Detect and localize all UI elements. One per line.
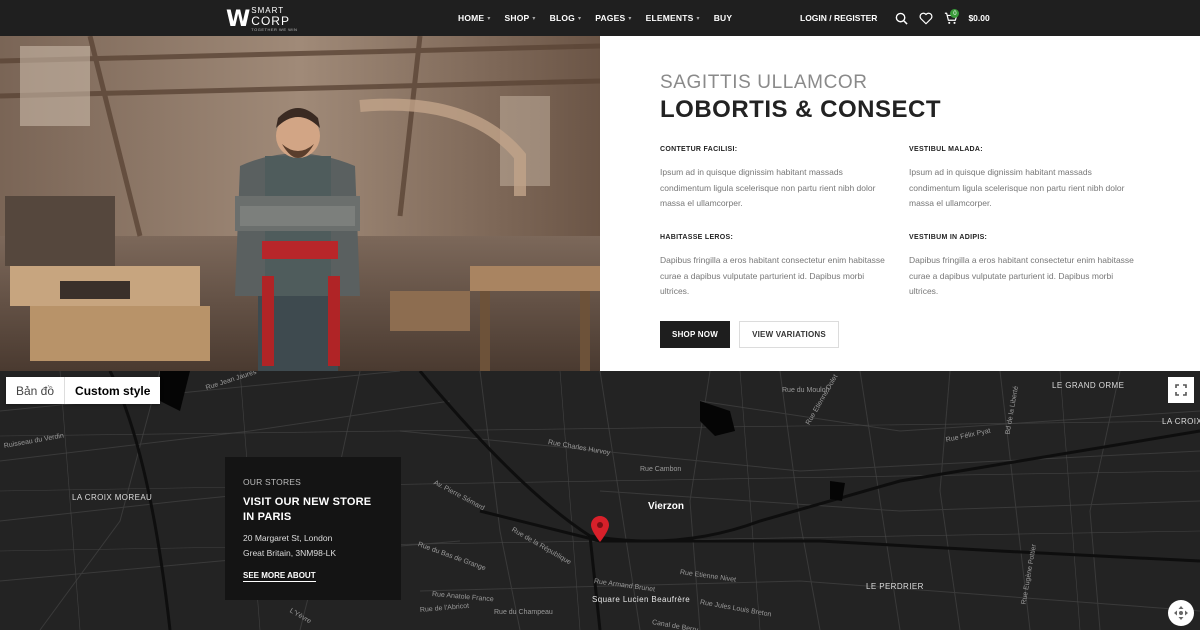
nav-item-elements[interactable]: ELEMENTS ▾ xyxy=(646,13,700,23)
hero-title: LOBORTIS & CONSECT xyxy=(660,96,942,123)
store-address-line: Great Britain, 3NM98-LK xyxy=(243,548,337,558)
feature-heading: CONTETUR FACILISI: xyxy=(660,146,738,153)
header-actions: LOGIN / REGISTER 0 $0.00 xyxy=(800,0,990,36)
place-label: Square Lucien Beaufrère xyxy=(592,595,691,604)
place-label: LE GRAND ORME xyxy=(1052,381,1125,390)
cart-icon[interactable]: 0 xyxy=(941,8,961,28)
heart-icon[interactable] xyxy=(916,8,936,28)
map-type-map[interactable]: Bản đồ xyxy=(6,377,64,404)
site-header: W SMART CORP TOGETHER WE WIN HOME ▾ SHOP ▾… xyxy=(0,0,1200,36)
street-label: Rue du Champeau xyxy=(494,609,553,616)
chevron-down-icon: ▾ xyxy=(578,15,582,22)
login-register-link[interactable]: LOGIN / REGISTER xyxy=(800,13,877,23)
place-label: LA CROIX MOREAU xyxy=(72,493,153,502)
store-info-card: OUR STORES VISIT OUR NEW STORE IN PARIS … xyxy=(225,457,401,600)
nav-item-buy[interactable]: BUY xyxy=(714,13,733,23)
location-pin-icon[interactable] xyxy=(591,516,609,542)
place-label: LE PERDRIER xyxy=(866,582,924,591)
street-label: Rue Cambon xyxy=(640,466,682,473)
store-address-line: 20 Margaret St, London xyxy=(243,533,333,543)
feature-text: Ipsum ad in quisque dignissim habitant m… xyxy=(909,167,1125,208)
feature-text: Dapibus fringilla a eros habitant consec… xyxy=(660,255,885,296)
logo[interactable]: W SMART CORP TOGETHER WE WIN xyxy=(226,6,306,32)
nav-item-shop[interactable]: SHOP ▾ xyxy=(505,13,536,23)
logo-mark: W xyxy=(226,6,250,32)
nav-item-blog[interactable]: BLOG ▾ xyxy=(550,13,582,23)
store-card-eyebrow: OUR STORES xyxy=(243,477,302,487)
store-map[interactable]: Bản đồ Custom style Rue Jean Jaurès Rue … xyxy=(0,371,1200,630)
feature-heading: VESTIBUM IN ADIPIS: xyxy=(909,234,988,241)
nav-item-home[interactable]: HOME ▾ xyxy=(458,13,491,23)
hero-image-carpenter xyxy=(0,36,600,371)
feature-block: VESTIBUM IN ADIPIS: Dapibus fringilla a … xyxy=(909,234,1139,300)
feature-block: HABITASSE LEROS: Dapibus fringilla a ero… xyxy=(660,234,890,300)
pan-control-icon[interactable] xyxy=(1168,600,1194,626)
chevron-down-icon: ▾ xyxy=(532,15,536,22)
fullscreen-icon[interactable] xyxy=(1168,377,1194,403)
nav-item-pages[interactable]: PAGES ▾ xyxy=(595,13,631,23)
feature-block: VESTIBUL MALADA: Ipsum ad in quisque dig… xyxy=(909,146,1139,212)
hero-subtitle: SAGITTIS ULLAMCOR xyxy=(660,72,868,93)
search-icon[interactable] xyxy=(891,8,911,28)
chevron-down-icon: ▾ xyxy=(696,15,700,22)
view-variations-button[interactable]: VIEW VARIATIONS xyxy=(739,321,839,348)
map-roads xyxy=(0,371,1200,630)
store-address: 20 Margaret St, London Great Britain, 3N… xyxy=(243,531,383,561)
place-label: LA CROIX D'EN BAS xyxy=(1162,417,1200,426)
chevron-down-icon: ▾ xyxy=(487,15,491,22)
map-type-toggle: Bản đồ Custom style xyxy=(6,377,161,404)
feature-heading: VESTIBUL MALADA: xyxy=(909,146,983,153)
logo-wordmark: SMART CORP TOGETHER WE WIN xyxy=(251,5,298,32)
map-type-custom-style[interactable]: Custom style xyxy=(64,377,160,404)
main-nav: HOME ▾ SHOP ▾ BLOG ▾ PAGES ▾ ELEMENTS ▾ BUY xyxy=(458,0,732,36)
feature-block: CONTETUR FACILISI: Ipsum ad in quisque d… xyxy=(660,146,890,212)
city-label: Vierzon xyxy=(648,501,684,512)
cart-total[interactable]: $0.00 xyxy=(968,13,989,23)
chevron-down-icon: ▾ xyxy=(628,15,632,22)
feature-heading: HABITASSE LEROS: xyxy=(660,234,734,241)
shop-now-button[interactable]: SHOP NOW xyxy=(660,321,730,348)
feature-text: Dapibus fringilla a eros habitant consec… xyxy=(909,255,1134,296)
see-more-link[interactable]: SEE MORE ABOUT xyxy=(243,571,316,582)
feature-text: Ipsum ad in quisque dignissim habitant m… xyxy=(660,167,876,208)
store-card-heading: VISIT OUR NEW STORE IN PARIS xyxy=(243,496,372,523)
hero-content: SAGITTIS ULLAMCOR LOBORTIS & CONSECT CON… xyxy=(600,36,1200,371)
